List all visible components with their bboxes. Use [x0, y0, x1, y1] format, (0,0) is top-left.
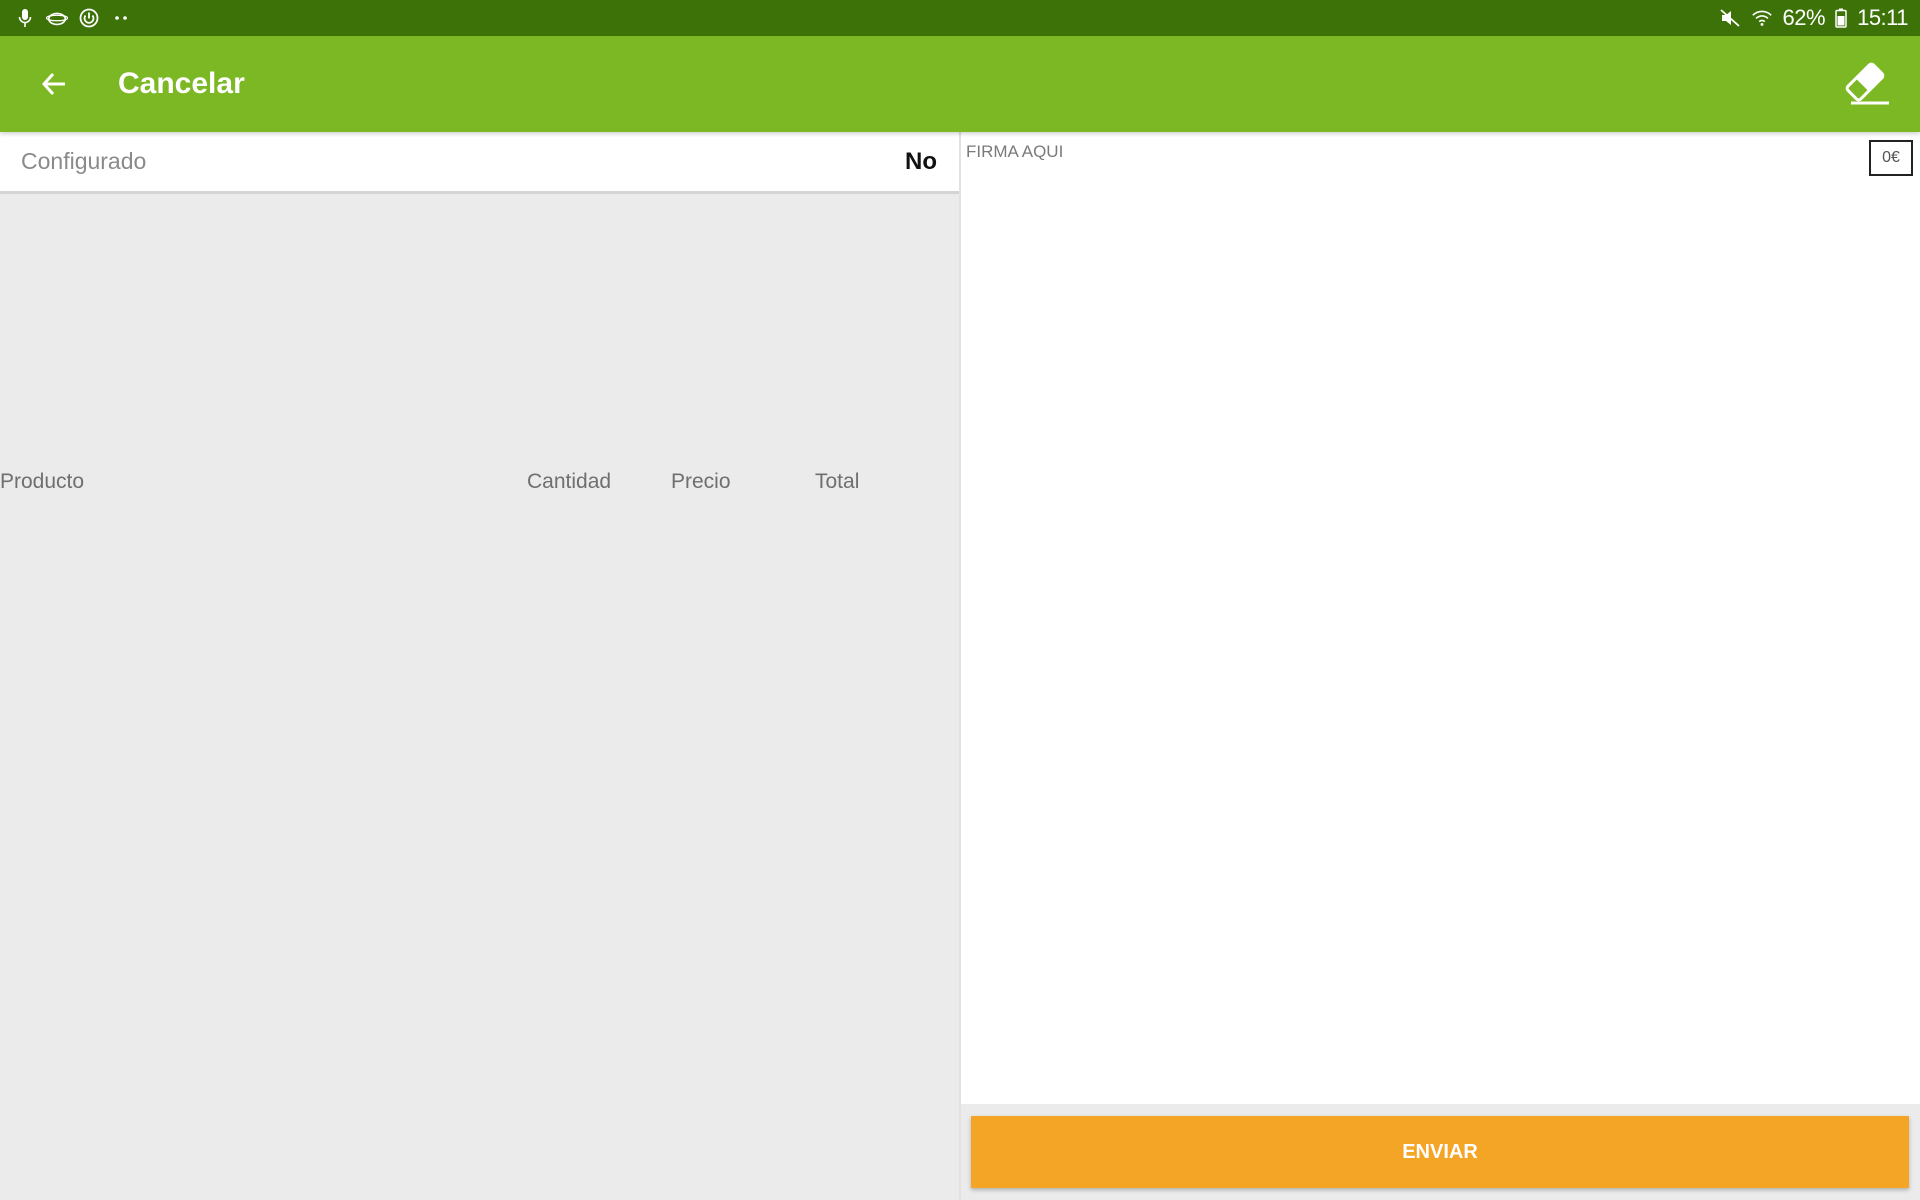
config-label: Configurado	[21, 148, 147, 174]
column-header-quantity: Cantidad	[527, 470, 612, 493]
signature-hint: FIRMA AQUI	[966, 142, 1064, 161]
total-badge: 0€	[1869, 140, 1913, 176]
clear-signature-button[interactable]	[1838, 56, 1894, 112]
config-value: No	[905, 147, 937, 175]
status-bar: 62% 15:11	[0, 0, 1920, 36]
config-row: Configurado No	[0, 132, 959, 194]
cloud-icon	[46, 7, 68, 29]
microphone-icon	[14, 7, 36, 29]
back-button[interactable]	[26, 56, 82, 112]
send-button[interactable]: ENVIAR	[971, 1116, 1909, 1188]
order-panel: Configurado No Producto Cantidad Precio …	[0, 132, 959, 1200]
signature-panel: FIRMA AQUI 0€ ENVIAR	[961, 132, 1920, 1200]
page-title: Cancelar	[118, 67, 245, 100]
mute-icon	[1719, 7, 1741, 29]
status-right-icons: 62% 15:11	[1719, 5, 1908, 31]
column-header-price: Precio	[671, 470, 731, 493]
wifi-icon	[1751, 7, 1773, 29]
table-header: Producto Cantidad Precio Total	[0, 470, 959, 510]
status-time: 15:11	[1857, 5, 1908, 30]
more-dots-icon	[110, 7, 132, 29]
arrow-back-icon	[41, 71, 67, 97]
app-bar: Cancelar	[0, 36, 1920, 132]
signature-pad[interactable]: FIRMA AQUI 0€	[961, 132, 1920, 1104]
eraser-icon	[1841, 62, 1891, 106]
sync-icon	[78, 7, 100, 29]
column-header-total: Total	[815, 470, 860, 493]
column-header-product: Producto	[0, 470, 85, 493]
battery-icon	[1835, 7, 1847, 29]
battery-percent: 62%	[1782, 5, 1826, 30]
status-left-icons	[14, 7, 132, 29]
